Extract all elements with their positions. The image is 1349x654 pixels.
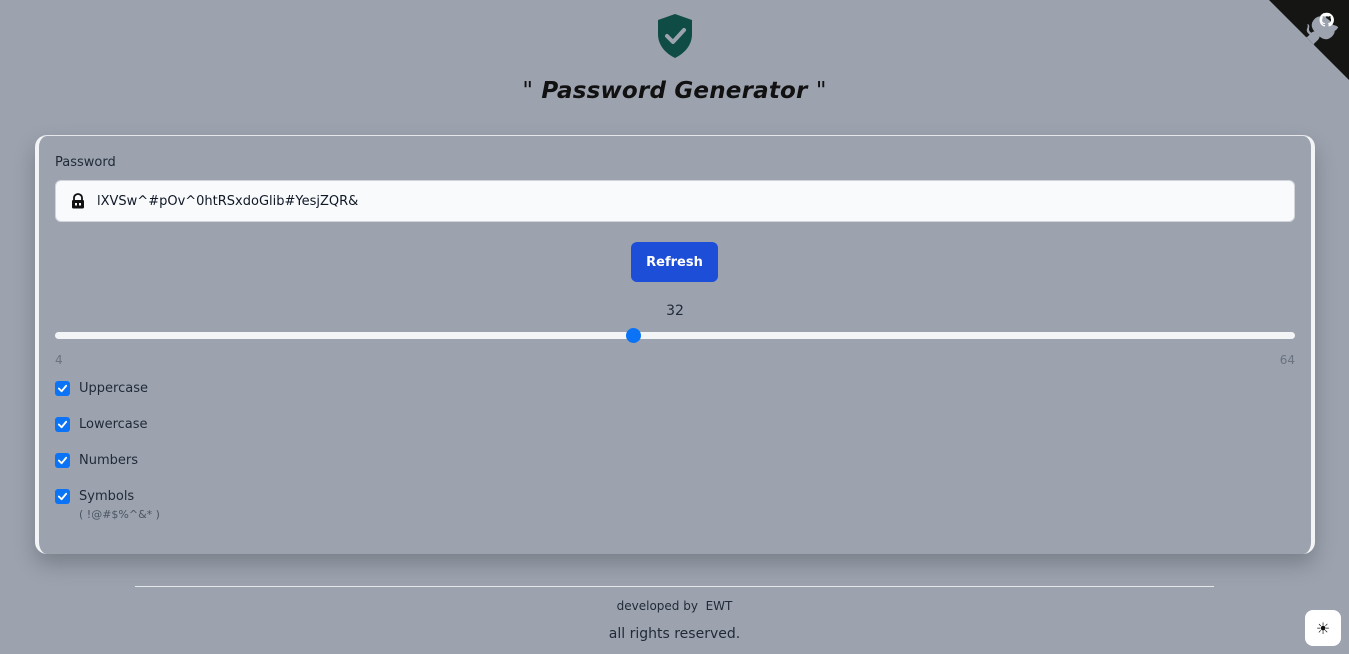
page-title: " Password Generator " [0,78,1349,104]
numbers-checkbox[interactable] [55,453,70,468]
length-slider[interactable] [55,332,1295,339]
uppercase-label: Uppercase [79,381,148,396]
password-field[interactable] [55,180,1295,222]
sun-icon: ☀ [1315,618,1331,638]
length-value: 32 [666,303,684,319]
check-icon [57,384,68,393]
generator-card: Password Refresh 32 4 64 Uppercase Lower… [35,135,1315,554]
symbols-hint: ( !@#$%^&* ) [79,508,160,521]
symbols-label: Symbols [79,489,135,504]
length-min-label: 4 [55,353,63,367]
option-uppercase[interactable]: Uppercase [55,381,148,396]
rights-text: all rights reserved. [608,626,741,642]
check-icon [57,492,68,501]
option-numbers[interactable]: Numbers [55,453,138,468]
option-symbols[interactable]: Symbols [55,489,134,504]
shield-check-icon [655,12,695,60]
symbols-checkbox[interactable] [55,489,70,504]
password-label: Password [55,155,116,170]
numbers-label: Numbers [79,453,138,468]
uppercase-checkbox[interactable] [55,381,70,396]
lowercase-checkbox[interactable] [55,417,70,432]
lock-icon [70,193,86,209]
password-output[interactable] [97,193,1247,209]
theme-toggle-button[interactable]: ☀ [1305,610,1341,646]
check-icon [57,420,68,429]
title-quote-open: " [522,78,534,104]
option-lowercase[interactable]: Lowercase [55,417,148,432]
header: " Password Generator " [0,12,1349,104]
length-max-label: 64 [1279,353,1295,367]
refresh-button[interactable]: Refresh [631,242,718,282]
check-icon [57,456,68,465]
footer-divider [135,586,1214,587]
developed-by: developed by EWT [0,599,1349,613]
title-text: Password Generator [541,78,808,104]
length-slider-thumb[interactable] [626,328,642,343]
lowercase-label: Lowercase [79,417,148,432]
developer-link[interactable]: EWT [706,599,733,613]
title-quote-close: " [815,78,827,104]
developed-by-text: developed by [616,599,698,613]
